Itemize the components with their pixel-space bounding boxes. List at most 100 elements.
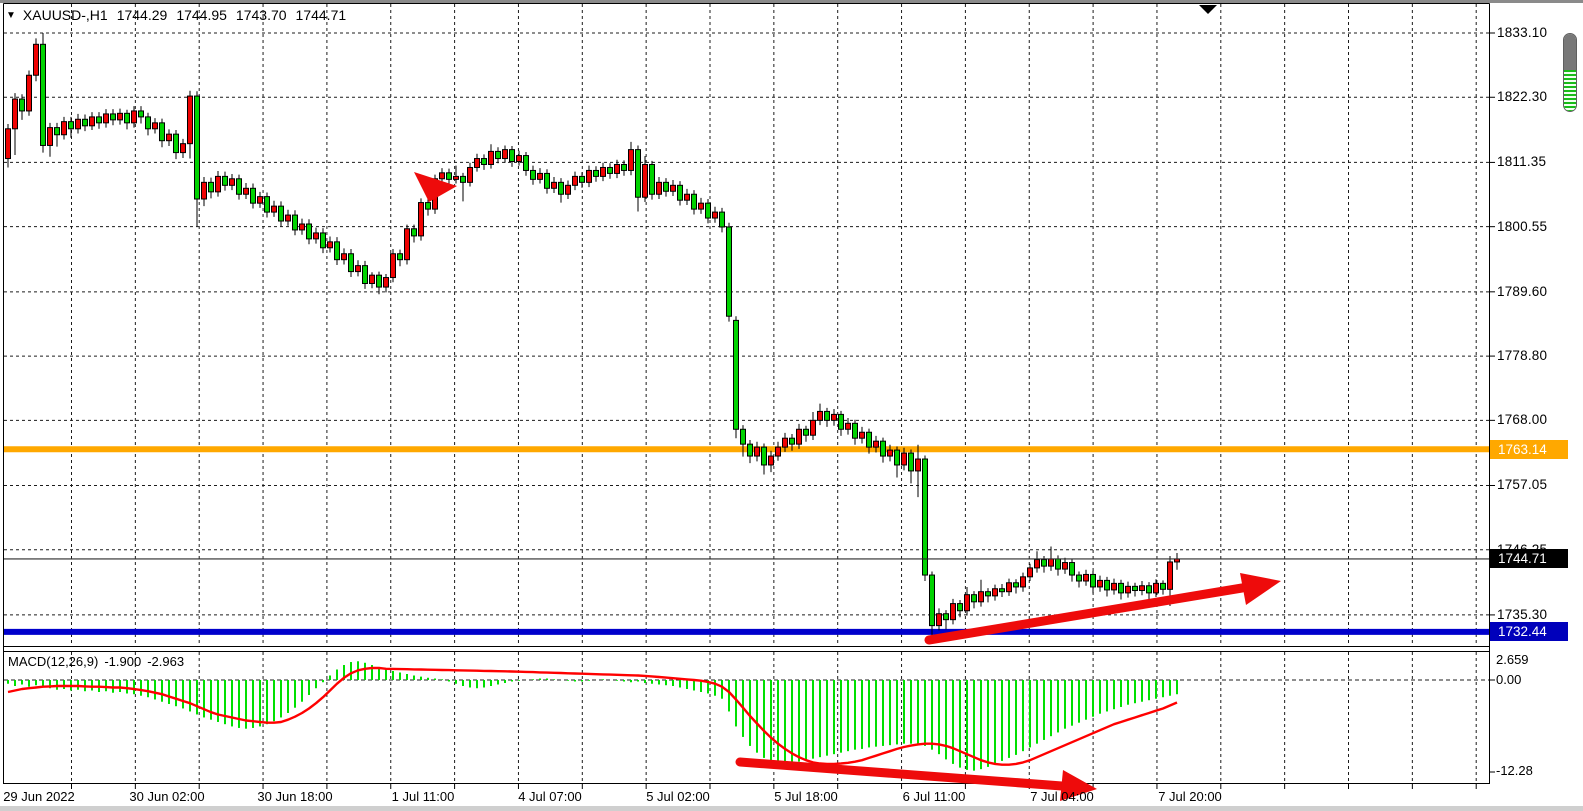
bull-candle: [167, 134, 172, 141]
bear-candle: [720, 212, 725, 227]
bear-candle: [741, 429, 746, 444]
scrollbar-thumb[interactable]: [1563, 33, 1577, 112]
top-marker: [1199, 5, 1217, 14]
bear-candle: [790, 438, 795, 444]
candles[interactable]: [6, 33, 1180, 636]
bull-candle: [937, 614, 942, 626]
ohlc-open: 1744.29: [117, 7, 168, 23]
bull-candle: [776, 447, 781, 456]
bull-candle: [1168, 562, 1173, 589]
bull-candle: [657, 182, 662, 194]
bear-candle: [1042, 560, 1047, 567]
bear-candle: [139, 111, 144, 117]
bull-candle: [671, 185, 676, 191]
scrollbar-grip: [1564, 34, 1576, 70]
bull-candle: [811, 420, 816, 435]
bull-candle: [1049, 559, 1054, 566]
bull-candle: [272, 206, 277, 212]
bull-candle: [846, 423, 851, 429]
bear-candle: [636, 150, 641, 198]
macd-indicator-label: MACD(12,26,9) -1.900 -2.963: [8, 654, 184, 669]
bull-candle: [384, 278, 389, 288]
time-tick-label: 29 Jun 2022: [0, 789, 104, 804]
macd-name: MACD(12,26,9): [8, 654, 98, 669]
bear-candle: [881, 441, 886, 456]
bear-candle: [734, 320, 739, 429]
bear-candle: [608, 167, 613, 173]
bear-candle: [1091, 574, 1096, 586]
bear-candle: [622, 164, 627, 170]
bear-candle: [944, 614, 949, 620]
bull-candle: [1154, 583, 1159, 593]
bear-candle: [650, 164, 655, 194]
bear-candle: [125, 113, 130, 123]
bear-candle: [825, 411, 830, 420]
bear-candle: [412, 229, 417, 236]
chart-canvas[interactable]: [0, 0, 1583, 811]
bear-candle: [1119, 583, 1124, 593]
bull-candle: [1028, 568, 1033, 577]
bull-candle: [951, 604, 956, 620]
bear-candle: [1147, 586, 1152, 593]
bull-candle: [153, 123, 158, 129]
bull-candle: [573, 176, 578, 185]
bull-candle: [244, 188, 249, 194]
price-level-lines: [4, 449, 1489, 632]
bull-candle: [797, 429, 802, 444]
bear-candle: [55, 128, 60, 135]
bull-candle: [538, 173, 543, 179]
bear-candle: [1161, 583, 1166, 589]
bull-candle: [181, 144, 186, 153]
time-tick-label: 1 Jul 11:00: [358, 789, 488, 804]
bull-candle: [832, 414, 837, 420]
current-price-price-badge: 1744.71: [1490, 549, 1568, 568]
bull-candle: [783, 438, 788, 447]
macd-histogram[interactable]: [8, 661, 1177, 770]
bull-candle: [489, 151, 494, 164]
bear-candle: [748, 444, 753, 456]
symbol-period-label: XAUUSD-,H1: [23, 7, 108, 23]
bear-candle: [895, 450, 900, 465]
bear-candle: [398, 254, 403, 260]
bull-candle: [1098, 580, 1103, 587]
bull-candle: [888, 450, 893, 456]
time-tick-label: 5 Jul 18:00: [741, 789, 871, 804]
bear-candle: [335, 242, 340, 260]
bull-candle: [517, 156, 522, 162]
macd-tick-label: 0.00: [1496, 672, 1521, 687]
bull-candle: [874, 441, 879, 447]
bull-candle: [643, 164, 648, 197]
bear-candle: [69, 122, 74, 129]
bull-candle: [552, 182, 557, 188]
bear-candle: [1133, 586, 1138, 590]
price-tick-label: 1800.55: [1497, 219, 1547, 234]
bull-candle: [755, 447, 760, 456]
bear-candle: [923, 459, 928, 575]
time-tick-label: 7 Jul 04:00: [997, 789, 1127, 804]
macd-main-value: -1.900: [104, 654, 141, 669]
bull-candle: [76, 119, 81, 129]
bear-candle: [251, 188, 256, 203]
macd-signal-value: -2.963: [147, 654, 184, 669]
bull-candle: [965, 595, 970, 611]
bull-candle: [468, 167, 473, 182]
bear-candle: [762, 447, 767, 465]
bear-candle: [545, 173, 550, 188]
bear-candle: [20, 99, 25, 111]
bear-candle: [867, 432, 872, 447]
bull-candle: [601, 167, 606, 176]
macd-tick-label: -12.28: [1496, 763, 1533, 778]
bear-candle: [279, 206, 284, 221]
bull-candle: [216, 176, 221, 191]
bull-candle: [118, 113, 123, 120]
bull-candle: [993, 589, 998, 596]
bear-candle: [146, 117, 151, 129]
bull-candle: [615, 164, 620, 173]
bull-candle: [566, 185, 571, 194]
collapse-chart-icon[interactable]: ▼: [6, 10, 16, 21]
bull-candle: [300, 224, 305, 230]
scrollbar-stripes: [1564, 70, 1576, 112]
bear-candle: [839, 414, 844, 429]
bull-candle: [328, 242, 333, 248]
bull-candle: [90, 117, 95, 126]
